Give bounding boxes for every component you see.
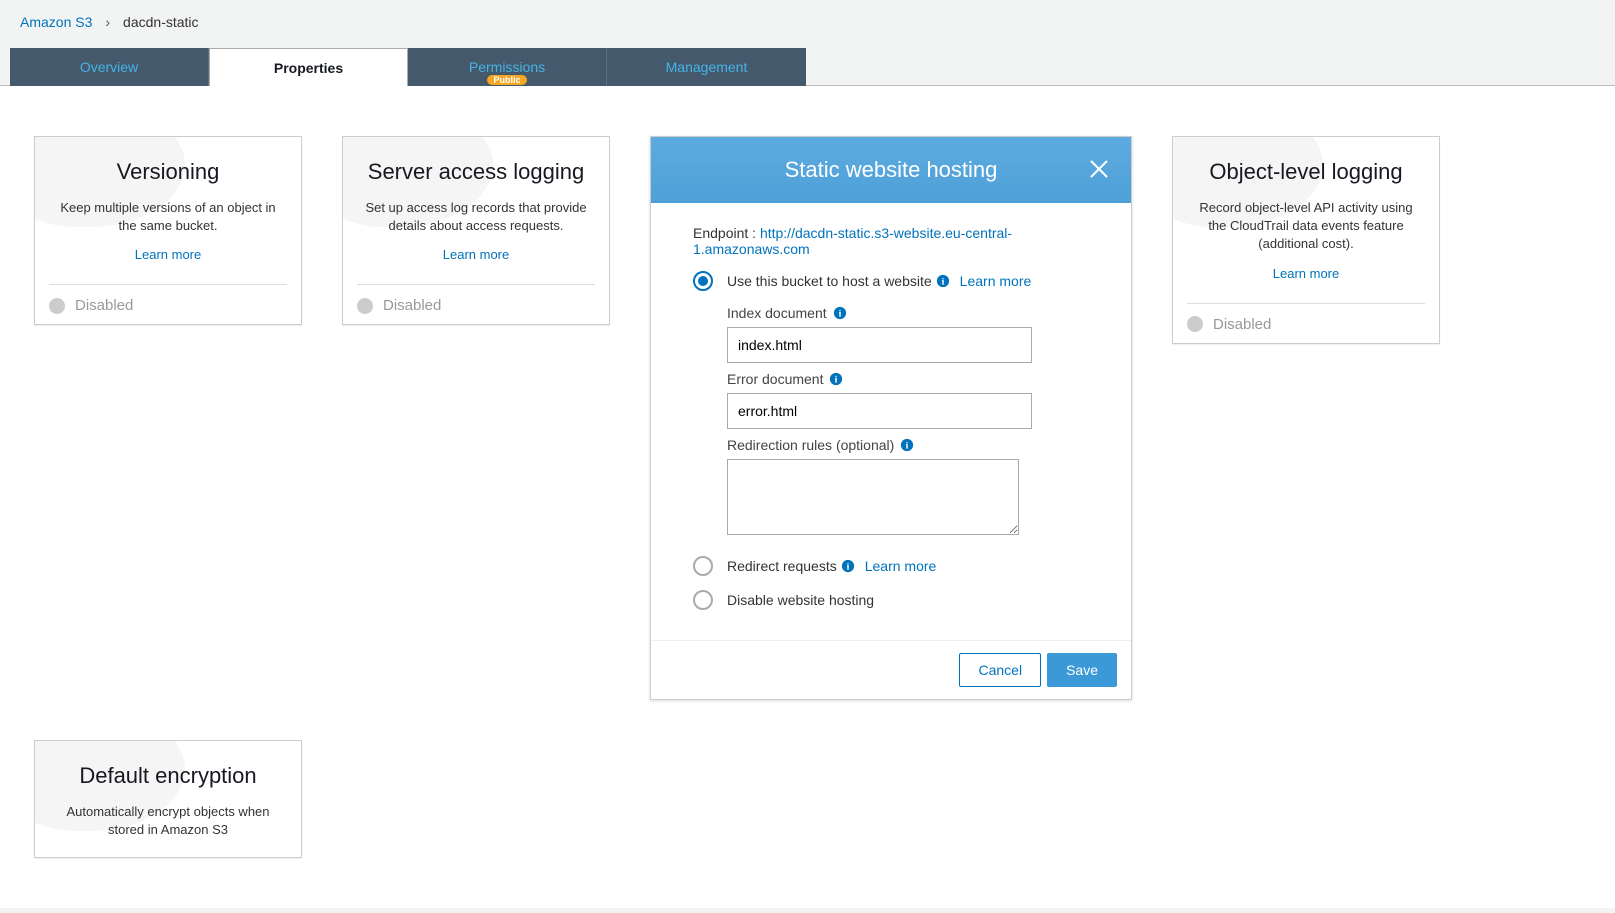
breadcrumb-current: dacdn-static <box>123 14 198 30</box>
redirection-rules-label: Redirection rules (optional) i <box>727 437 1089 453</box>
tab-overview-label: Overview <box>80 59 138 75</box>
status-dot-icon <box>357 298 373 314</box>
info-icon[interactable]: i <box>829 372 843 386</box>
index-document-label: Index document i <box>727 305 1089 321</box>
radio-disable-hosting[interactable]: Disable website hosting <box>693 590 1089 610</box>
status-dot-icon <box>49 298 65 314</box>
card-default-encryption[interactable]: Default encryption Automatically encrypt… <box>34 740 302 858</box>
tab-properties-label: Properties <box>274 60 343 76</box>
svg-text:i: i <box>906 441 909 452</box>
tab-properties[interactable]: Properties <box>209 48 408 86</box>
static-hosting-header: Static website hosting <box>651 137 1131 203</box>
status-text: Disabled <box>383 297 441 314</box>
svg-text:i: i <box>838 309 841 320</box>
error-document-label: Error document i <box>727 371 1089 387</box>
error-document-input[interactable] <box>727 393 1032 429</box>
tab-management-label: Management <box>666 59 748 75</box>
radio-icon-selected <box>693 271 713 291</box>
card-object-logging[interactable]: Object-level logging Record object-level… <box>1172 136 1440 344</box>
card-static-hosting: Static website hosting Endpoint : http:/… <box>650 136 1132 700</box>
endpoint-label: Endpoint : <box>693 225 760 241</box>
radio-use-bucket[interactable]: Use this bucket to host a website i Lear… <box>693 271 1089 291</box>
card-versioning-title: Versioning <box>117 159 220 185</box>
tab-permissions-label: Permissions <box>469 59 545 75</box>
learn-more-link[interactable]: Learn more <box>865 558 937 574</box>
breadcrumb: Amazon S3 › dacdn-static <box>0 0 1615 44</box>
learn-more-link[interactable]: Learn more <box>960 273 1032 289</box>
learn-more-link[interactable]: Learn more <box>443 247 509 262</box>
status-dot-icon <box>1187 316 1203 332</box>
redirection-rules-textarea[interactable] <box>727 459 1019 535</box>
breadcrumb-root-link[interactable]: Amazon S3 <box>20 14 92 30</box>
radio-disable-label: Disable website hosting <box>727 592 874 608</box>
radio-use-bucket-label: Use this bucket to host a website <box>727 273 932 289</box>
card-encryption-desc: Automatically encrypt objects when store… <box>49 803 287 839</box>
index-document-input[interactable] <box>727 327 1032 363</box>
card-logging-status: Disabled <box>357 284 595 314</box>
info-icon[interactable]: i <box>900 438 914 452</box>
learn-more-link[interactable]: Learn more <box>1273 266 1339 281</box>
svg-text:i: i <box>835 375 838 386</box>
card-objectlog-desc: Record object-level API activity using t… <box>1187 199 1425 254</box>
card-versioning[interactable]: Versioning Keep multiple versions of an … <box>34 136 302 325</box>
tab-overview[interactable]: Overview <box>10 48 209 86</box>
status-text: Disabled <box>75 297 133 314</box>
save-button[interactable]: Save <box>1047 653 1117 687</box>
learn-more-link[interactable]: Learn more <box>135 247 201 262</box>
cancel-button[interactable]: Cancel <box>959 653 1041 687</box>
svg-text:i: i <box>846 562 849 573</box>
info-icon[interactable]: i <box>833 306 847 320</box>
radio-icon-unselected <box>693 590 713 610</box>
info-icon[interactable]: i <box>936 274 950 288</box>
radio-redirect-requests[interactable]: Redirect requests i Learn more <box>693 556 1089 576</box>
tab-management[interactable]: Management <box>607 48 806 86</box>
public-badge: Public <box>487 75 526 85</box>
radio-icon-unselected <box>693 556 713 576</box>
status-text: Disabled <box>1213 316 1271 333</box>
card-server-logging[interactable]: Server access logging Set up access log … <box>342 136 610 325</box>
card-logging-desc: Set up access log records that provide d… <box>357 199 595 235</box>
close-icon[interactable] <box>1087 157 1111 181</box>
radio-redirect-label: Redirect requests <box>727 558 837 574</box>
card-versioning-status: Disabled <box>49 284 287 314</box>
chevron-right-icon: › <box>105 14 110 30</box>
tab-permissions[interactable]: Permissions Public <box>408 48 607 86</box>
endpoint-row: Endpoint : http://dacdn-static.s3-websit… <box>693 225 1089 257</box>
card-logging-title: Server access logging <box>368 159 584 185</box>
static-hosting-title: Static website hosting <box>785 157 998 183</box>
card-objectlog-title: Object-level logging <box>1209 159 1402 185</box>
tabs-bar: Overview Properties Permissions Public M… <box>10 48 1615 86</box>
card-objectlog-status: Disabled <box>1187 303 1425 333</box>
svg-text:i: i <box>941 277 944 288</box>
info-icon[interactable]: i <box>841 559 855 573</box>
card-encryption-title: Default encryption <box>79 763 256 789</box>
card-versioning-desc: Keep multiple versions of an object in t… <box>49 199 287 235</box>
